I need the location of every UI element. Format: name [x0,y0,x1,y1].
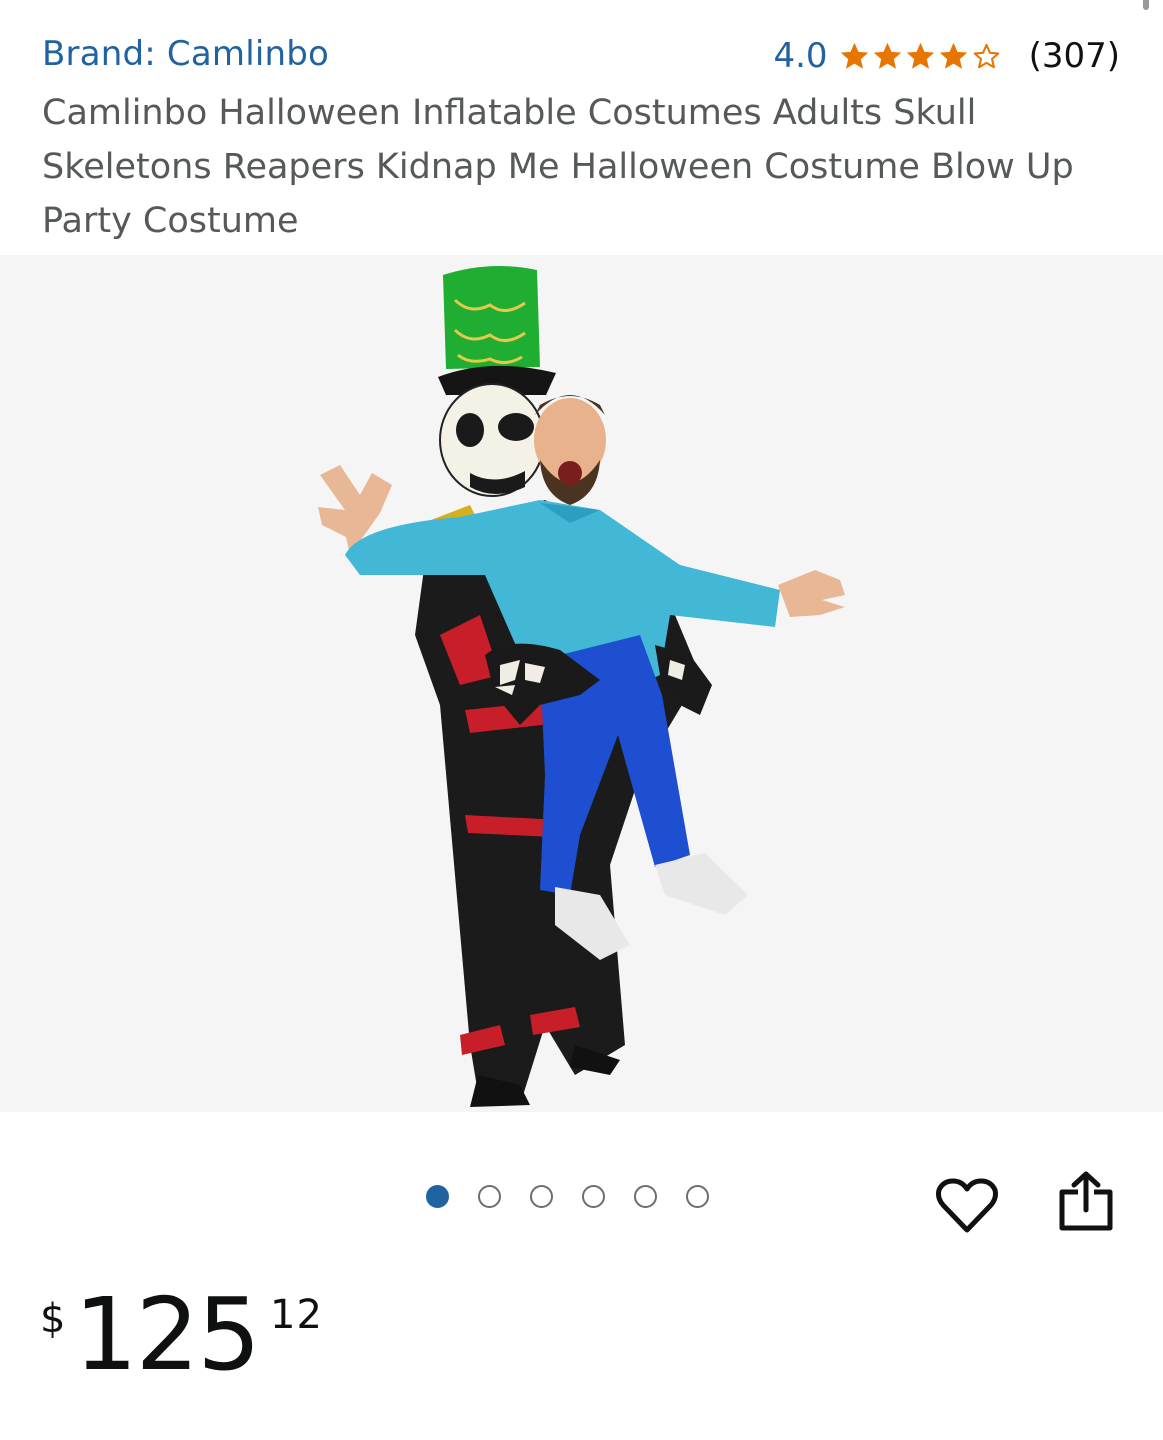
rating-count-link[interactable]: (307) [1029,36,1120,76]
image-carousel-dots [426,1185,709,1208]
star-filled-icon [873,42,901,69]
carousel-dot-3[interactable] [530,1185,553,1208]
share-icon [1059,1171,1113,1231]
carousel-dot-5[interactable] [634,1185,657,1208]
carousel-dot-6[interactable] [686,1185,709,1208]
star-filled-icon [906,42,934,69]
rating-value: 4.0 [773,36,828,76]
star-filled-icon [939,42,967,69]
heart-outline-icon [936,1178,998,1233]
price-fraction: 12 [270,1292,323,1338]
price-symbol: $ [40,1296,66,1342]
price-whole: 125 [74,1276,261,1393]
star-rating [838,40,1003,73]
rating-summary[interactable]: 4.0 (307) [773,36,1120,76]
star-outline-icon [973,43,999,68]
star-filled-icon [840,42,868,69]
wishlist-button[interactable] [935,1176,999,1236]
carousel-dot-2[interactable] [478,1185,501,1208]
product-image[interactable] [0,255,1163,1112]
carousel-dot-1[interactable] [426,1185,449,1208]
share-button[interactable] [1056,1170,1116,1232]
scroll-indicator[interactable] [1143,0,1149,10]
product-image-carousel[interactable] [0,255,1163,1112]
brand-link[interactable]: Brand: Camlinbo [42,34,329,74]
carousel-dot-4[interactable] [582,1185,605,1208]
product-title: Camlinbo Halloween Inflatable Costumes A… [42,93,1074,241]
